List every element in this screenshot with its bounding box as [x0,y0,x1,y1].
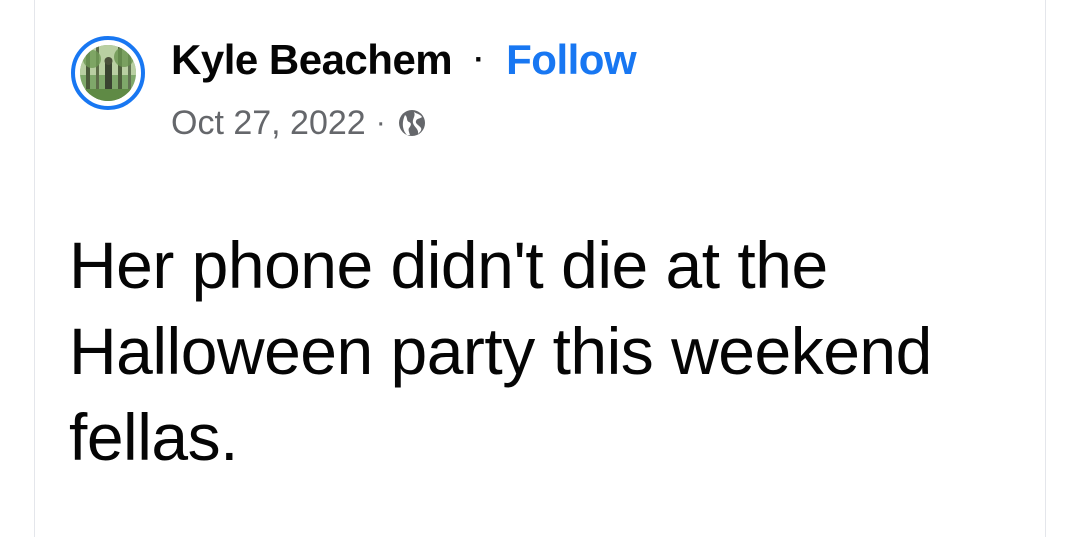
post-card: Kyle Beachem · Follow Oct 27, 2022 · Her… [34,0,1046,537]
meta-separator: · [375,106,386,139]
header-separator: · [474,43,485,76]
avatar[interactable] [71,36,145,110]
author-name[interactable]: Kyle Beachem [171,36,453,84]
globe-icon [396,107,428,139]
post-header: Kyle Beachem · Follow [171,30,637,90]
profile-photo-icon [80,45,136,101]
follow-button[interactable]: Follow [506,36,636,84]
post-meta: Oct 27, 2022 · [171,100,428,146]
post-timestamp[interactable]: Oct 27, 2022 [171,104,366,143]
post-body-text: Her phone didn't die at the Halloween pa… [69,228,932,474]
